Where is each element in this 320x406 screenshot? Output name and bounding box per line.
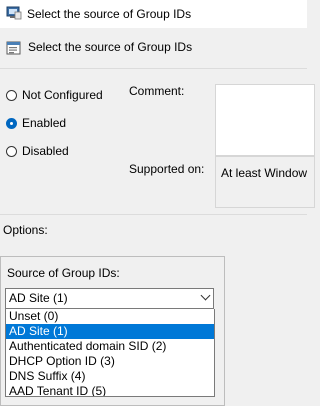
policy-setting-icon xyxy=(6,41,21,55)
chevron-down-icon[interactable] xyxy=(200,290,211,301)
supported-on-label: Supported on: xyxy=(129,162,205,176)
radio-label: Not Configured xyxy=(22,88,103,102)
policy-app-icon xyxy=(6,6,22,20)
list-item[interactable]: Authenticated domain SID (2) xyxy=(6,339,214,354)
radio-label: Enabled xyxy=(22,116,67,130)
dropdown-value: AD Site (1) xyxy=(9,291,68,305)
radio-not-configured[interactable]: Not Configured xyxy=(6,86,103,104)
setting-title: Select the source of Group IDs xyxy=(28,40,193,54)
list-item[interactable]: Unset (0) xyxy=(6,309,214,324)
radio-circle[interactable] xyxy=(6,145,17,157)
radio-circle-checked[interactable] xyxy=(6,117,17,129)
list-item-selected[interactable]: AD Site (1) xyxy=(6,324,214,339)
comment-label: Comment: xyxy=(129,84,185,98)
list-item[interactable]: DHCP Option ID (3) xyxy=(6,354,214,369)
radio-label: Disabled xyxy=(22,144,69,158)
radio-circle[interactable] xyxy=(6,89,17,101)
window-title: Select the source of Group IDs xyxy=(27,7,192,21)
options-label: Options: xyxy=(3,223,48,237)
source-group-ids-dropdown[interactable]: AD Site (1) xyxy=(5,288,214,309)
list-item[interactable]: DNS Suffix (4) xyxy=(6,369,214,384)
dropdown-list[interactable]: Unset (0) AD Site (1) Authenticated doma… xyxy=(5,309,215,397)
radio-disabled[interactable]: Disabled xyxy=(6,142,69,160)
section-divider xyxy=(0,214,307,215)
source-field-label: Source of Group IDs: xyxy=(7,266,120,280)
header-divider xyxy=(0,68,307,69)
list-item[interactable]: AAD Tenant ID (5) xyxy=(6,384,214,396)
supported-on-field: At least Window xyxy=(215,156,315,208)
comment-field[interactable] xyxy=(215,84,315,156)
radio-enabled[interactable]: Enabled xyxy=(6,114,66,132)
